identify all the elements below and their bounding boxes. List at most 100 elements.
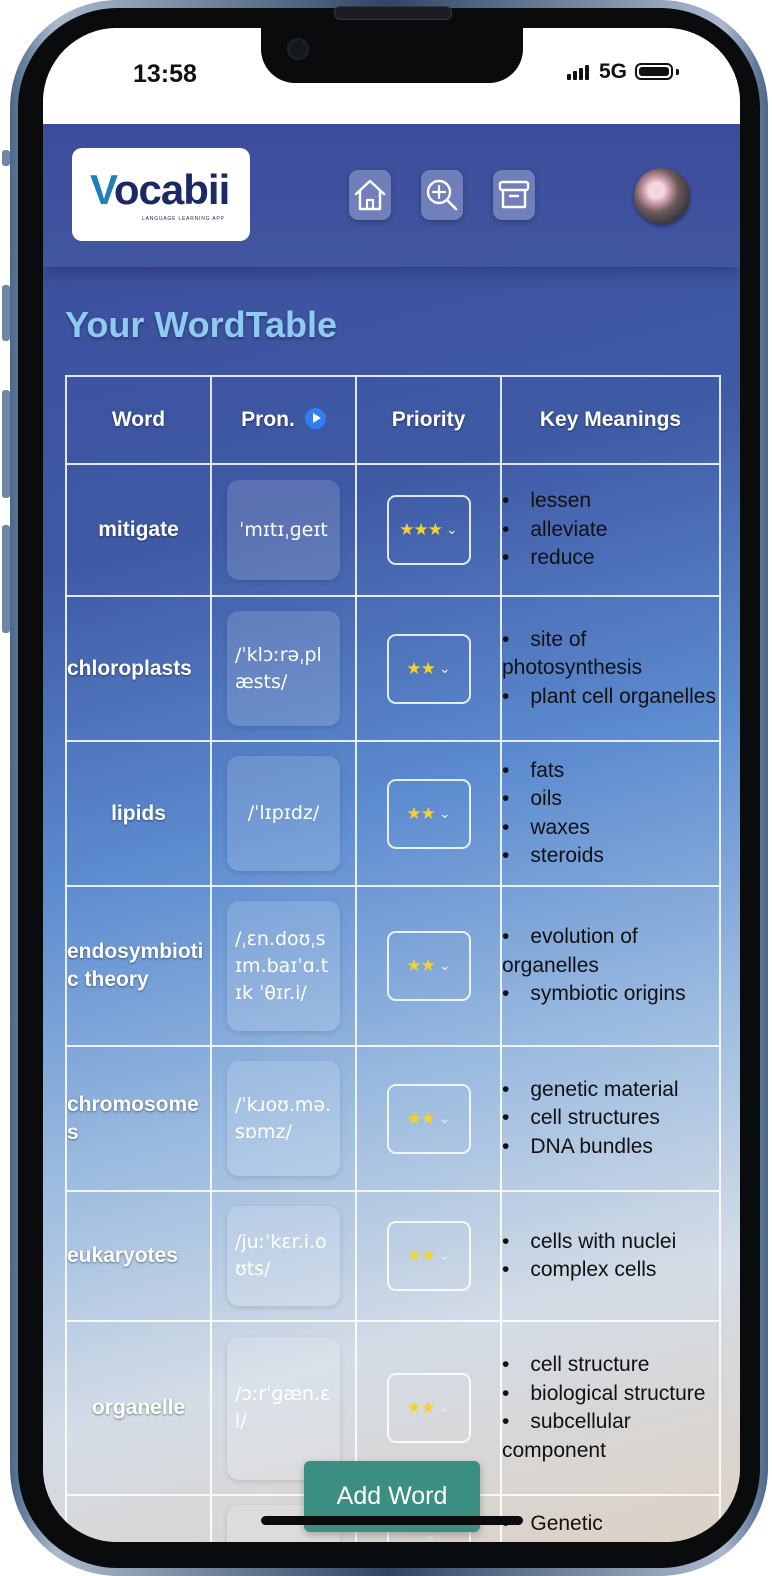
- home-button[interactable]: [349, 170, 391, 220]
- meaning-item: subcellular component: [502, 1408, 719, 1465]
- archive-icon: [498, 180, 530, 209]
- chevron-down-icon: ⌄: [438, 805, 451, 822]
- power-button: [2, 525, 10, 633]
- pron-chip[interactable]: /juːˈkɛr.i.oʊts/: [227, 1206, 340, 1306]
- phone-mockup: 13:58 5G Vocabii LANGUAGE LEARNING APP Y…: [0, 0, 772, 1576]
- volume-up-button: [2, 285, 10, 341]
- word-cell: chloroplasts: [65, 595, 212, 742]
- search-button[interactable]: [421, 170, 463, 220]
- priority-cell: ★★ ⌄: [355, 1190, 502, 1322]
- pron-chip[interactable]: /ˈkɹoʊ.mə.sɒmz/: [227, 1061, 340, 1176]
- meanings-cell: lessen alleviate reduce: [500, 463, 721, 597]
- priority-select[interactable]: ★★ ⌄: [386, 778, 471, 849]
- meanings-cell: cells with nuclei complex cells: [500, 1190, 721, 1322]
- user-avatar[interactable]: [634, 168, 690, 224]
- chevron-down-icon: ⌄: [438, 1110, 451, 1127]
- logo-tagline: LANGUAGE LEARNING APP: [142, 216, 225, 222]
- home-indicator[interactable]: [261, 1516, 523, 1525]
- pron-chip[interactable]: /ˈklɔːrəˌplæsts/: [227, 611, 340, 726]
- meaning-item: DNA bundles: [502, 1133, 719, 1162]
- pron-cell: /ˌɛn.doʊˌsɪm.baɪˈɑ.tɪk ˈθɪr.i/: [210, 885, 357, 1047]
- meaning-item: lessen: [502, 487, 719, 516]
- pron-chip[interactable]: /ˈlɪpɪdz/: [227, 756, 340, 871]
- meaning-item: waxes: [502, 814, 719, 843]
- home-icon: [354, 179, 386, 211]
- header-pron: Pron.: [210, 375, 357, 465]
- priority-cell: ★★ ⌄: [355, 885, 502, 1047]
- meaning-item: cell structure: [502, 1351, 719, 1380]
- pron-cell: /ˈklɔːrəˌplæsts/: [210, 595, 357, 742]
- chevron-down-icon: ⌄: [438, 660, 451, 677]
- meanings-cell: cell structure biological structure subc…: [500, 1320, 721, 1496]
- priority-stars: ★★: [406, 1398, 436, 1418]
- meaning-item: oils: [502, 785, 719, 814]
- meaning-item: cells with nuclei: [502, 1228, 719, 1257]
- battery-cap: [676, 69, 679, 75]
- priority-select[interactable]: ★★ ⌄: [386, 1221, 471, 1291]
- priority-cell: ★★★ ⌄: [355, 463, 502, 597]
- header-word: Word: [65, 375, 212, 465]
- priority-select[interactable]: ★★ ⌄: [386, 931, 471, 1001]
- app-header: Vocabii LANGUAGE LEARNING APP: [43, 124, 740, 267]
- meaning-item: symbiotic origins: [502, 980, 719, 1009]
- meaning-item: Genetic: [502, 1510, 719, 1539]
- logo-wordmark: Vocabii: [90, 166, 230, 213]
- priority-stars: ★★: [406, 1246, 436, 1266]
- vocabii-logo[interactable]: Vocabii LANGUAGE LEARNING APP: [72, 148, 250, 241]
- meanings-cell: Genetic: [500, 1494, 721, 1542]
- meanings-cell: genetic material cell structures DNA bun…: [500, 1045, 721, 1192]
- header-key-meanings: Key Meanings: [500, 375, 721, 465]
- table-row: eukaryotes /juːˈkɛr.i.oʊts/ ★★⌄ cells wi…: [65, 1190, 721, 1322]
- meaning-item: site of photosynthesis: [502, 626, 719, 683]
- front-camera: [287, 38, 309, 60]
- priority-stars: ★★★: [399, 520, 443, 540]
- pron-cell: /ˈkɹoʊ.mə.sɒmz/: [210, 1045, 357, 1192]
- pron-chip[interactable]: /ɔːrˈɡæn.ɛl/: [227, 1336, 340, 1480]
- meanings-cell: fats oils waxes steroids: [500, 740, 721, 887]
- pron-cell: /juːˈkɛr.i.oʊts/: [210, 1190, 357, 1322]
- pron-chip[interactable]: /ˌɛn.doʊˌsɪm.baɪˈɑ.tɪk ˈθɪr.i/: [227, 901, 340, 1031]
- word-cell: eukaryotes: [65, 1190, 212, 1322]
- pron-cell: ˈmɪtɪˌɡeɪt: [210, 463, 357, 597]
- priority-stars: ★★: [406, 803, 436, 824]
- priority-select[interactable]: ★★★ ⌄: [386, 495, 471, 565]
- chevron-down-icon: ⌄: [446, 522, 458, 538]
- table-row: endosymbiotic theory /ˌɛn.doʊˌsɪm.baɪˈɑ.…: [65, 885, 721, 1047]
- network-label: 5G: [599, 60, 628, 83]
- play-audio-icon[interactable]: [304, 407, 326, 429]
- app-content: Vocabii LANGUAGE LEARNING APP Your WordT…: [43, 124, 740, 1542]
- word-cell: mitigate: [65, 463, 212, 597]
- status-time: 13:58: [133, 60, 197, 88]
- table-row: chromosomes /ˈkɹoʊ.mə.sɒmz/ ★★⌄ genetic …: [65, 1045, 721, 1192]
- priority-cell: ★★ ⌄: [355, 740, 502, 887]
- meaning-item: complex cells: [502, 1256, 719, 1285]
- meanings-cell: site of photosynthesis plant cell organe…: [500, 595, 721, 742]
- page-title: Your WordTable: [65, 304, 338, 345]
- archive-button[interactable]: [493, 170, 535, 220]
- priority-select[interactable]: ★★ ⌄: [386, 633, 471, 704]
- meaning-item: steroids: [502, 842, 719, 871]
- priority-select[interactable]: ★★ ⌄: [386, 1373, 471, 1443]
- priority-cell: ★★ ⌄: [355, 1045, 502, 1192]
- table-row: lipids /ˈlɪpɪdz/ ★★⌄ fats oils waxes ste…: [65, 740, 721, 887]
- word-cell: [65, 1494, 212, 1542]
- action-button: [2, 150, 10, 166]
- volume-down-button: [2, 390, 10, 498]
- chevron-down-icon: ⌄: [438, 1400, 451, 1416]
- speaker-grille: [334, 6, 452, 20]
- pron-chip[interactable]: ˈmɪtɪˌɡeɪt: [227, 480, 340, 580]
- table-row: mitigate ˈmɪtɪˌɡeɪt ★★★⌄ lessen alleviat…: [65, 463, 721, 597]
- meaning-item: plant cell organelles: [502, 683, 719, 712]
- meanings-cell: evolution of organelles symbiotic origin…: [500, 885, 721, 1047]
- priority-stars: ★★: [406, 658, 436, 679]
- meaning-item: genetic material: [502, 1076, 719, 1105]
- screen: 13:58 5G Vocabii LANGUAGE LEARNING APP Y…: [43, 28, 740, 1542]
- meaning-item: reduce: [502, 544, 719, 573]
- priority-select[interactable]: ★★ ⌄: [386, 1083, 471, 1154]
- word-cell: endosymbiotic theory: [65, 885, 212, 1047]
- table-row: chloroplasts /ˈklɔːrəˌplæsts/ ★★⌄ site o…: [65, 595, 721, 742]
- battery-icon: [635, 63, 673, 80]
- meaning-item: biological structure: [502, 1380, 719, 1409]
- priority-stars: ★★: [406, 956, 436, 976]
- header-priority: Priority: [355, 375, 502, 465]
